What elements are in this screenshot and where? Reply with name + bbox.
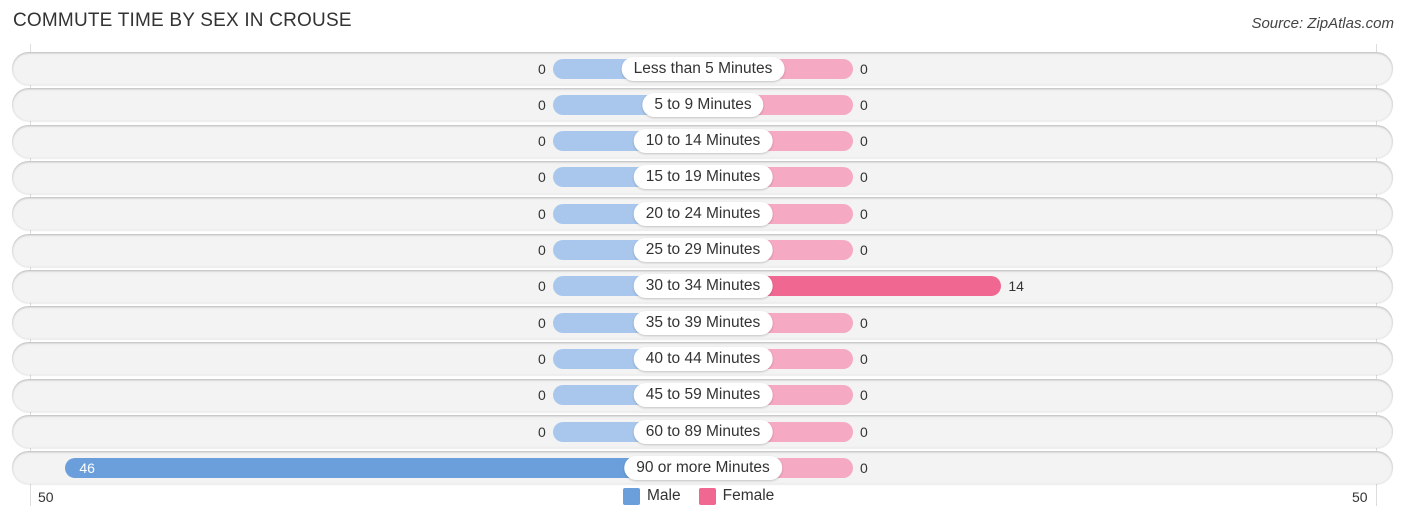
female-value-label: 0 bbox=[860, 169, 868, 186]
legend-item-female[interactable]: Female bbox=[698, 487, 775, 505]
legend: Male Female bbox=[623, 487, 792, 505]
category-label: 35 to 39 Minutes bbox=[633, 310, 773, 335]
category-label: 15 to 19 Minutes bbox=[633, 165, 773, 190]
male-value-label: 0 bbox=[538, 278, 546, 295]
female-value-label: 14 bbox=[1008, 278, 1024, 295]
female-value-label: 0 bbox=[860, 314, 868, 331]
category-label: 40 to 44 Minutes bbox=[633, 346, 773, 371]
category-label: 20 to 24 Minutes bbox=[633, 201, 773, 226]
female-swatch bbox=[698, 487, 716, 505]
male-value-label: 0 bbox=[538, 60, 546, 77]
male-bar[interactable] bbox=[65, 457, 703, 478]
male-value-label: 46 bbox=[79, 459, 95, 476]
legend-label-male: Male bbox=[647, 487, 681, 504]
male-value-label: 0 bbox=[538, 423, 546, 440]
male-value-label: 0 bbox=[538, 242, 546, 258]
male-value-label: 0 bbox=[538, 169, 546, 186]
male-value-label: 0 bbox=[538, 387, 546, 404]
category-label: 25 to 29 Minutes bbox=[633, 238, 773, 262]
category-label: 90 or more Minutes bbox=[624, 455, 782, 480]
female-value-label: 0 bbox=[860, 60, 868, 77]
female-value-label: 0 bbox=[860, 242, 868, 258]
category-label: 5 to 9 Minutes bbox=[642, 92, 764, 117]
category-label: 10 to 14 Minutes bbox=[633, 129, 773, 154]
female-value-label: 0 bbox=[860, 133, 868, 150]
category-label: 45 to 59 Minutes bbox=[633, 383, 773, 408]
female-value-label: 0 bbox=[860, 459, 868, 476]
female-value-label: 0 bbox=[860, 350, 868, 367]
male-value-label: 0 bbox=[538, 205, 546, 222]
legend-label-female: Female bbox=[722, 487, 775, 504]
female-value-label: 0 bbox=[860, 205, 868, 222]
male-value-label: 0 bbox=[538, 350, 546, 367]
male-value-label: 0 bbox=[538, 314, 546, 331]
axis-right-label: 50 bbox=[1352, 489, 1368, 505]
category-label: 60 to 89 Minutes bbox=[633, 419, 773, 444]
male-value-label: 0 bbox=[538, 96, 546, 113]
female-value-label: 0 bbox=[860, 423, 868, 440]
female-value-label: 0 bbox=[860, 96, 868, 113]
chart-rows: 0 0 Less than 5 Minutes 0 0 5 to 9 Minutes 0 0 1… bbox=[0, 0, 1406, 522]
male-swatch bbox=[623, 487, 640, 505]
category-label: 30 to 34 Minutes bbox=[633, 274, 773, 299]
legend-item-male[interactable]: Male bbox=[623, 487, 681, 505]
female-value-label: 0 bbox=[860, 387, 868, 404]
male-value-label: 0 bbox=[538, 133, 546, 150]
axis-left-label: 50 bbox=[38, 489, 54, 505]
category-label: Less than 5 Minutes bbox=[621, 56, 785, 81]
